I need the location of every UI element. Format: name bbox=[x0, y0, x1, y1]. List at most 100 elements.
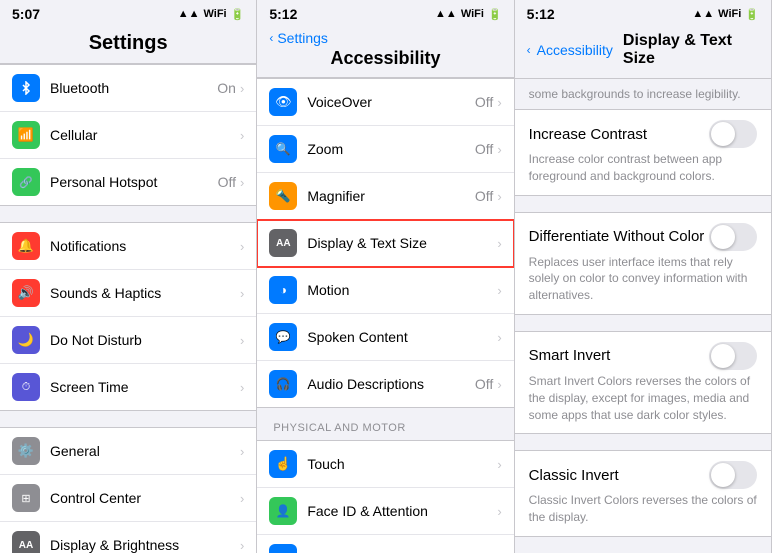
battery-icon-3: 🔋 bbox=[745, 8, 759, 21]
magnifier-label: Magnifier bbox=[307, 188, 365, 204]
status-bar-3: 5:12 ▲▲ WiFi 🔋 bbox=[515, 0, 771, 26]
zoom-value: Off bbox=[475, 141, 493, 157]
notifications-content: Notifications › bbox=[50, 238, 244, 254]
tp-row-contrast-main: Increase Contrast bbox=[529, 120, 757, 148]
section-vision: 👁 VoiceOver Off › 🔍 Zoom Off bbox=[257, 78, 513, 408]
motion-chevron: › bbox=[497, 283, 501, 298]
bluetooth-right: On › bbox=[217, 80, 244, 96]
vision-body: 👁 VoiceOver Off › 🔍 Zoom Off bbox=[257, 78, 513, 408]
smart-invert-toggle[interactable] bbox=[709, 342, 757, 370]
tp-section-classic: Classic Invert Classic Invert Colors rev… bbox=[515, 450, 771, 537]
sounds-chevron: › bbox=[240, 286, 244, 301]
row-touch[interactable]: ☝ Touch › bbox=[257, 441, 513, 488]
row-sounds[interactable]: 🔊 Sounds & Haptics › bbox=[0, 270, 256, 317]
row-motion[interactable]: ◑ Motion › bbox=[257, 267, 513, 314]
row-general[interactable]: ⚙️ General › bbox=[0, 428, 256, 475]
row-zoom[interactable]: 🔍 Zoom Off › bbox=[257, 126, 513, 173]
display-text-chevron: › bbox=[497, 236, 501, 251]
top-desc: some backgrounds to increase legibility. bbox=[515, 79, 771, 109]
display-brightness-icon: AA bbox=[12, 531, 40, 553]
audio-desc-label: Audio Descriptions bbox=[307, 376, 424, 392]
section-body-2: 🔔 Notifications › 🔊 Sounds & Haptics › 🌙 bbox=[0, 222, 256, 411]
row-cellular[interactable]: 📶 Cellular › bbox=[0, 112, 256, 159]
section-notifications: 🔔 Notifications › 🔊 Sounds & Haptics › 🌙 bbox=[0, 222, 256, 411]
voiceover-right: Off › bbox=[475, 94, 502, 110]
section-connectivity: Bluetooth On › 📶 Cellular › 🔗 bbox=[0, 64, 256, 206]
classic-invert-desc: Classic Invert Colors reverses the color… bbox=[529, 492, 757, 526]
row-bluetooth[interactable]: Bluetooth On › bbox=[0, 65, 256, 112]
screen-time-chevron: › bbox=[240, 380, 244, 395]
hotspot-chevron: › bbox=[240, 175, 244, 190]
tp-row-diff[interactable]: Differentiate Without Color Replaces use… bbox=[515, 213, 771, 314]
tp-row-classic[interactable]: Classic Invert Classic Invert Colors rev… bbox=[515, 451, 771, 536]
battery-icon-2: 🔋 bbox=[488, 8, 502, 21]
section-motor: PHYSICAL AND MOTOR ☝ Touch › 👤 Face ID &… bbox=[257, 408, 513, 553]
status-icons-1: ▲▲ WiFi 🔋 bbox=[178, 8, 245, 21]
back-chevron-3: ‹ bbox=[527, 43, 531, 57]
motion-icon: ◑ bbox=[269, 276, 297, 304]
voiceover-label: VoiceOver bbox=[307, 94, 372, 110]
face-id-att-label: Face ID & Attention bbox=[307, 503, 428, 519]
row-magnifier[interactable]: 🔦 Magnifier Off › bbox=[257, 173, 513, 220]
display-text-panel: 5:12 ▲▲ WiFi 🔋 ‹ Accessibility Display &… bbox=[515, 0, 772, 553]
increase-contrast-toggle[interactable] bbox=[709, 120, 757, 148]
row-display-text[interactable]: AA Display & Text Size › bbox=[257, 220, 513, 267]
general-icon: ⚙️ bbox=[12, 437, 40, 465]
row-notifications[interactable]: 🔔 Notifications › bbox=[0, 223, 256, 270]
status-icons-2: ▲▲ WiFi 🔋 bbox=[435, 8, 502, 21]
smart-invert-label: Smart Invert bbox=[529, 347, 611, 364]
spoken-chevron: › bbox=[497, 330, 501, 345]
row-voiceover[interactable]: 👁 VoiceOver Off › bbox=[257, 79, 513, 126]
audio-desc-value: Off bbox=[475, 376, 493, 392]
screen-time-content: Screen Time › bbox=[50, 379, 244, 395]
wifi-icon-2: WiFi bbox=[461, 8, 484, 20]
row-hotspot[interactable]: 🔗 Personal Hotspot Off › bbox=[0, 159, 256, 205]
row-switch-control[interactable]: ⊙ Switch Control Off › bbox=[257, 535, 513, 553]
display-brightness-label: Display & Brightness bbox=[50, 537, 179, 553]
zoom-label: Zoom bbox=[307, 141, 343, 157]
settings-header: Settings bbox=[0, 26, 256, 64]
status-time-1: 5:07 bbox=[12, 6, 40, 22]
cellular-icon: 📶 bbox=[12, 121, 40, 149]
row-face-id-att[interactable]: 👤 Face ID & Attention › bbox=[257, 488, 513, 535]
row-screen-time[interactable]: ⏱ Screen Time › bbox=[0, 364, 256, 410]
accessibility-list[interactable]: 👁 VoiceOver Off › 🔍 Zoom Off bbox=[257, 78, 513, 553]
back-link-2[interactable]: Settings bbox=[277, 30, 328, 46]
back-link-3[interactable]: Accessibility bbox=[537, 42, 613, 58]
row-audio-desc[interactable]: 🎧 Audio Descriptions Off › bbox=[257, 361, 513, 407]
back-chevron-2: ‹ bbox=[269, 31, 273, 45]
face-id-att-chevron: › bbox=[497, 504, 501, 519]
row-dnd[interactable]: 🌙 Do Not Disturb › bbox=[0, 317, 256, 364]
row-spoken[interactable]: 💬 Spoken Content › bbox=[257, 314, 513, 361]
display-text-content[interactable]: some backgrounds to increase legibility.… bbox=[515, 79, 771, 553]
dnd-label: Do Not Disturb bbox=[50, 332, 142, 348]
classic-invert-knob bbox=[711, 463, 735, 487]
row-control-center[interactable]: ⊞ Control Center › bbox=[0, 475, 256, 522]
tp-row-classic-main: Classic Invert bbox=[529, 461, 757, 489]
settings-title: Settings bbox=[12, 30, 244, 57]
tp-row-increase-contrast[interactable]: Increase Contrast Increase color contras… bbox=[515, 110, 771, 195]
general-content: General › bbox=[50, 443, 244, 459]
notifications-icon: 🔔 bbox=[12, 232, 40, 260]
section-body-1: Bluetooth On › 📶 Cellular › 🔗 bbox=[0, 64, 256, 206]
display-text-label: Display & Text Size bbox=[307, 235, 427, 251]
row-display-brightness[interactable]: AA Display & Brightness › bbox=[0, 522, 256, 553]
sounds-content: Sounds & Haptics › bbox=[50, 285, 244, 301]
sounds-icon: 🔊 bbox=[12, 279, 40, 307]
tp-row-smart[interactable]: Smart Invert Smart Invert Colors reverse… bbox=[515, 332, 771, 433]
display-text-content: Display & Text Size › bbox=[307, 235, 501, 251]
cellular-chevron: › bbox=[240, 128, 244, 143]
diff-desc: Replaces user interface items that rely … bbox=[529, 254, 757, 304]
face-id-att-content: Face ID & Attention › bbox=[307, 503, 501, 519]
settings-list[interactable]: Bluetooth On › 📶 Cellular › 🔗 bbox=[0, 64, 256, 553]
display-text-header: ‹ Accessibility Display & Text Size bbox=[515, 26, 771, 79]
audio-desc-icon: 🎧 bbox=[269, 370, 297, 398]
notifications-chevron: › bbox=[240, 239, 244, 254]
smart-invert-knob bbox=[711, 344, 735, 368]
screen-time-icon: ⏱ bbox=[12, 373, 40, 401]
classic-invert-toggle[interactable] bbox=[709, 461, 757, 489]
spoken-label: Spoken Content bbox=[307, 329, 407, 345]
diff-toggle[interactable] bbox=[709, 223, 757, 251]
accessibility-panel: 5:12 ▲▲ WiFi 🔋 ‹ Settings Accessibility … bbox=[257, 0, 514, 553]
control-center-content: Control Center › bbox=[50, 490, 244, 506]
